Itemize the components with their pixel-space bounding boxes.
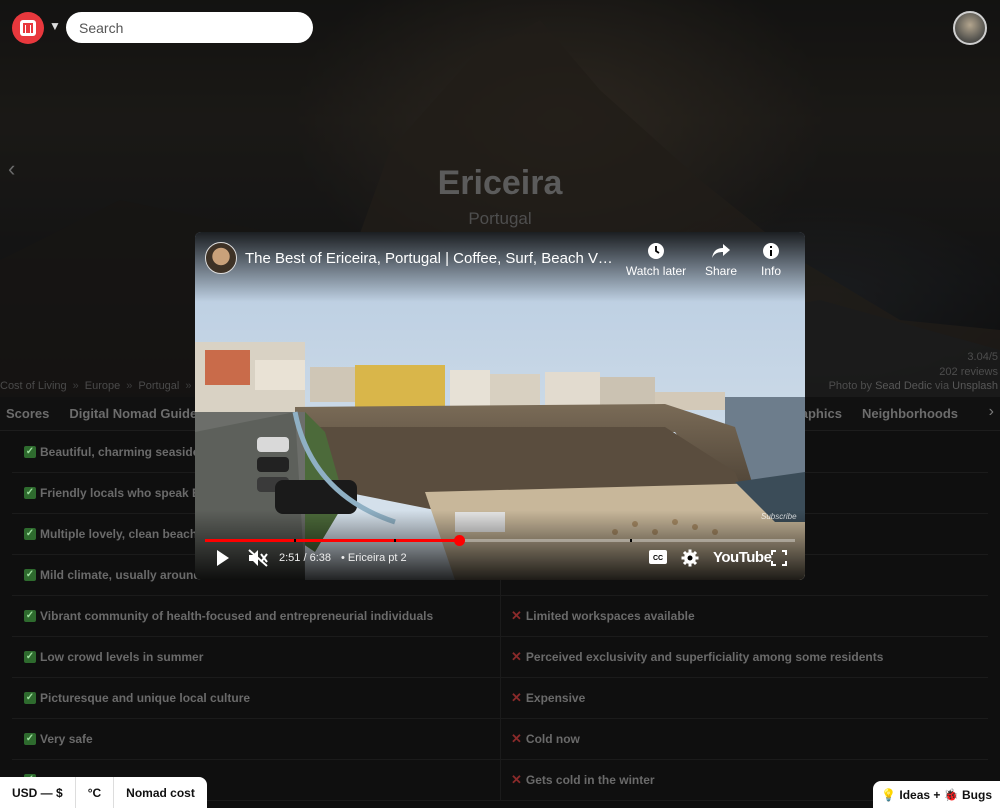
progress-fill bbox=[205, 539, 459, 542]
chapter-marker bbox=[393, 539, 396, 542]
con-item: ✕ Cold now bbox=[500, 719, 988, 759]
avatar[interactable] bbox=[953, 11, 987, 45]
search-input[interactable] bbox=[66, 12, 313, 43]
table-row: ✓ Very safe ✕ Cold now bbox=[12, 719, 988, 760]
mute-button[interactable] bbox=[247, 548, 269, 573]
youtube-logo[interactable]: YouTube bbox=[713, 549, 772, 566]
check-icon: ✓ bbox=[24, 569, 36, 581]
table-row: ✓ Vibrant community of health-focused and… bbox=[12, 596, 988, 637]
check-icon: ✓ bbox=[24, 487, 36, 499]
photo-author-link[interactable]: Sead Dedic bbox=[875, 380, 932, 392]
photo-credit: Photo by Sead Dedic via Unsplash bbox=[828, 380, 998, 392]
city-title: Ericeira bbox=[437, 164, 563, 202]
chapter-marker bbox=[293, 539, 296, 542]
info-icon bbox=[763, 243, 779, 259]
rating-score: 3.04/5 bbox=[967, 351, 998, 363]
logo-mark-icon bbox=[20, 20, 36, 36]
con-item: ✕ Expensive bbox=[500, 678, 988, 718]
check-icon: ✓ bbox=[24, 446, 36, 458]
pro-item: ✓ Vibrant community of health-focused and… bbox=[24, 609, 434, 623]
cross-icon: ✕ bbox=[511, 772, 522, 787]
fullscreen-button[interactable] bbox=[771, 550, 787, 571]
breadcrumb-item[interactable]: Portugal bbox=[138, 380, 179, 392]
volume-muted-icon bbox=[248, 549, 268, 567]
cross-icon: ✕ bbox=[511, 731, 522, 746]
share-icon bbox=[712, 244, 730, 258]
breadcrumb-separator: » bbox=[126, 380, 133, 392]
cross-icon: ✕ bbox=[511, 649, 522, 664]
check-icon: ✓ bbox=[24, 651, 36, 663]
progress-bar[interactable] bbox=[205, 535, 795, 546]
cross-icon: ✕ bbox=[511, 690, 522, 705]
tab-digital-nomad-guide[interactable]: Digital Nomad Guide bbox=[63, 406, 211, 421]
svg-text:CC: CC bbox=[653, 555, 663, 562]
playback-time: 2:51 / 6:38 bbox=[279, 552, 331, 564]
video-title[interactable]: The Best of Ericeira, Portugal | Coffee,… bbox=[245, 250, 615, 267]
site-logo[interactable] bbox=[12, 12, 44, 44]
chapter-label[interactable]: • Ericeira pt 2 bbox=[341, 552, 407, 564]
cost-mode-toggle[interactable]: Nomad cost bbox=[114, 777, 207, 808]
clock-icon bbox=[648, 243, 664, 259]
country-subtitle[interactable]: Portugal bbox=[0, 209, 1000, 229]
breadcrumb-item[interactable]: Europe bbox=[85, 380, 120, 392]
check-icon: ✓ bbox=[24, 692, 36, 704]
check-icon: ✓ bbox=[24, 610, 36, 622]
breadcrumb-separator: » bbox=[185, 380, 192, 392]
pro-item: ✓ Very safe bbox=[24, 732, 93, 746]
chapter-marker bbox=[629, 539, 632, 542]
tab-scores[interactable]: Scores bbox=[0, 406, 63, 421]
captions-button[interactable]: CC bbox=[649, 550, 667, 569]
review-count[interactable]: 202 reviews bbox=[939, 365, 998, 380]
table-row: ✓ Picturesque and unique local culture ✕ E… bbox=[12, 678, 988, 719]
gear-icon bbox=[681, 549, 699, 567]
chevron-down-icon[interactable]: ▼ bbox=[49, 19, 61, 33]
tab-neighborhoods[interactable]: Neighborhoods bbox=[856, 406, 1000, 421]
captions-icon: CC bbox=[649, 550, 667, 564]
subscribe-watermark[interactable]: Subscribe bbox=[761, 512, 797, 521]
fullscreen-icon bbox=[771, 550, 787, 566]
watch-later-button[interactable]: Watch later bbox=[624, 242, 688, 278]
ideas-bugs-button[interactable]: 💡 Ideas + 🐞 Bugs bbox=[873, 781, 1000, 808]
video-player-modal[interactable]: The Best of Ericeira, Portugal | Coffee,… bbox=[195, 232, 805, 580]
play-icon bbox=[217, 550, 229, 566]
preferences-bar: USD — $ °C Nomad cost bbox=[0, 777, 207, 808]
play-button[interactable] bbox=[215, 548, 231, 573]
player-controls: 2:51 / 6:38 • Ericeira pt 2 CC YouTube bbox=[195, 546, 805, 572]
temperature-unit-toggle[interactable]: °C bbox=[76, 777, 115, 808]
chevron-right-icon[interactable]: › bbox=[989, 403, 994, 421]
photo-source-link[interactable]: Unsplash bbox=[952, 380, 998, 392]
con-item: ✕ Perceived exclusivity and superficialit… bbox=[500, 637, 988, 677]
pro-item: ✓ Low crowd levels in summer bbox=[24, 650, 204, 664]
pro-item: ✓ Picturesque and unique local culture bbox=[24, 691, 251, 705]
cross-icon: ✕ bbox=[511, 608, 522, 623]
breadcrumb-separator: » bbox=[72, 380, 79, 392]
rating-block: 3.04/5 202 reviews bbox=[939, 350, 998, 380]
settings-button[interactable] bbox=[681, 549, 699, 572]
breadcrumb-item[interactable]: Cost of Living bbox=[0, 380, 67, 392]
info-button[interactable]: Info bbox=[739, 242, 803, 278]
table-row: ✓ Low crowd levels in summer ✕ Perceived e… bbox=[12, 637, 988, 678]
scrubber-handle[interactable] bbox=[453, 535, 465, 546]
con-item: ✕ Limited workspaces available bbox=[500, 596, 988, 636]
channel-avatar[interactable] bbox=[205, 242, 237, 274]
check-icon: ✓ bbox=[24, 528, 36, 540]
currency-selector[interactable]: USD — $ bbox=[0, 777, 76, 808]
check-icon: ✓ bbox=[24, 733, 36, 745]
breadcrumb: Cost of Living » Europe » Portugal » E bbox=[0, 380, 205, 392]
